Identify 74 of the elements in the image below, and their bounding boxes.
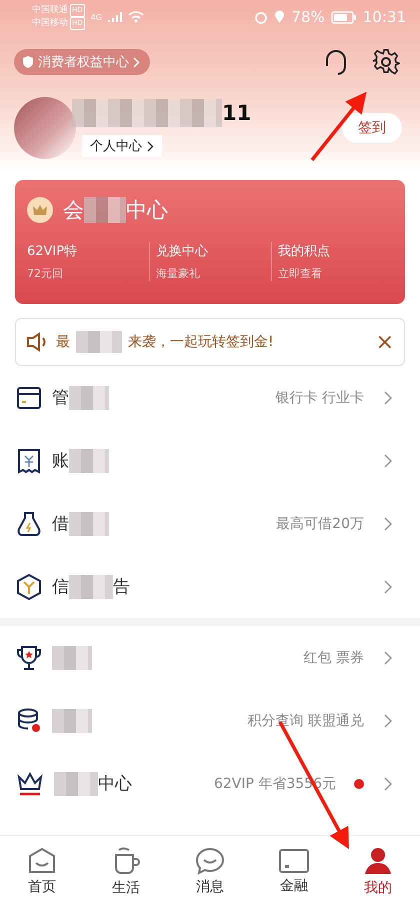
crown-icon: [27, 197, 53, 223]
chevron-icon: [384, 454, 392, 468]
pixelated-patch: [52, 708, 92, 732]
chevron-icon: [133, 56, 140, 68]
row-title: 账: [52, 450, 69, 472]
location-icon: [274, 10, 286, 24]
member-card[interactable]: 会 中心 62VIP特 72元回 兑换中心 海量豪礼 我的积点 立即查看: [15, 180, 405, 304]
tab[interactable]: 首页: [0, 836, 84, 906]
trophy-icon: [16, 644, 42, 670]
pixelated-patch: [69, 512, 109, 536]
menu-row[interactable]: 管 银行卡 行业卡: [0, 366, 420, 429]
carrier-name: 中国联通: [32, 5, 68, 16]
card-cell-title[interactable]: 我的积点: [278, 242, 393, 260]
profile-link[interactable]: 个人中心: [82, 135, 162, 157]
chevron-icon: [384, 650, 392, 664]
pixelated-patch: [54, 772, 98, 796]
close-button[interactable]: ×: [376, 330, 394, 354]
card-cell-subtitle: 立即查看: [278, 266, 323, 281]
clock-time: 10:31: [362, 8, 406, 26]
card-cell-title[interactable]: 兑换中心: [156, 242, 271, 260]
pixelated-patch: [52, 646, 92, 670]
pixelated-patch: [69, 574, 113, 598]
home-icon: [27, 846, 57, 874]
row-title: 信: [52, 576, 69, 598]
crown-icon: [16, 770, 44, 796]
battery-icon: [330, 10, 357, 24]
menu-row[interactable]: 账: [0, 429, 420, 492]
notice-text: 来袭，一起玩转签到金!: [128, 333, 274, 351]
checkin-button[interactable]: 签到: [342, 113, 402, 143]
pixelated-patch: [76, 331, 122, 353]
coins-icon: [16, 708, 42, 734]
tab[interactable]: 消息: [168, 836, 252, 906]
pixelated-patch: [84, 197, 126, 223]
hexagon-icon: [16, 574, 42, 600]
pixelated-patch: [69, 448, 109, 472]
tab[interactable]: 金融: [252, 836, 336, 906]
carrier-name: 中国移动: [32, 18, 68, 29]
tab[interactable]: 生活: [84, 836, 168, 906]
notice-text: 最: [56, 333, 70, 351]
settings-icon[interactable]: [372, 48, 400, 76]
network-type: 4G: [90, 12, 102, 22]
chevron-icon: [384, 776, 392, 790]
card-icon: [16, 384, 42, 410]
chevron-icon: [384, 714, 392, 728]
card-title: 会: [63, 197, 84, 224]
chevron-icon: [384, 390, 392, 404]
card-cell-subtitle: 海量豪礼: [156, 266, 201, 281]
menu-row[interactable]: 红包 票券: [0, 626, 420, 689]
row-title: 中心: [98, 773, 132, 795]
chevron-icon: [384, 580, 392, 594]
row-title: 管: [52, 387, 69, 409]
menu-row[interactable]: 信 告: [0, 555, 420, 618]
user-name: 11: [222, 101, 252, 125]
chat-icon: [195, 846, 225, 874]
wifi-icon: [128, 11, 144, 23]
card-title: 中心: [126, 197, 168, 224]
signal-icon: [108, 11, 122, 23]
row-detail: 银行卡 行业卡: [276, 388, 364, 406]
tab[interactable]: 我的: [336, 836, 420, 906]
row-title: 告: [113, 576, 130, 598]
card-cell-subtitle: 72元回: [27, 266, 64, 281]
menu-row[interactable]: 借 最高可借20万: [0, 492, 420, 555]
pixelated-patch: [69, 386, 109, 410]
shield-icon: [22, 55, 34, 69]
card-cell-title[interactable]: 62VIP特: [27, 242, 149, 260]
row-detail: 红包 票券: [304, 648, 364, 666]
row-detail: 最高可借20万: [276, 514, 364, 532]
person-icon: [363, 846, 393, 876]
card-icon: [278, 848, 310, 874]
row-title: 借: [52, 513, 69, 535]
chevron-icon: [384, 516, 392, 530]
receipt-icon: [16, 448, 42, 474]
chevron-icon: [147, 140, 154, 152]
battery-percent: 78%: [291, 8, 325, 26]
